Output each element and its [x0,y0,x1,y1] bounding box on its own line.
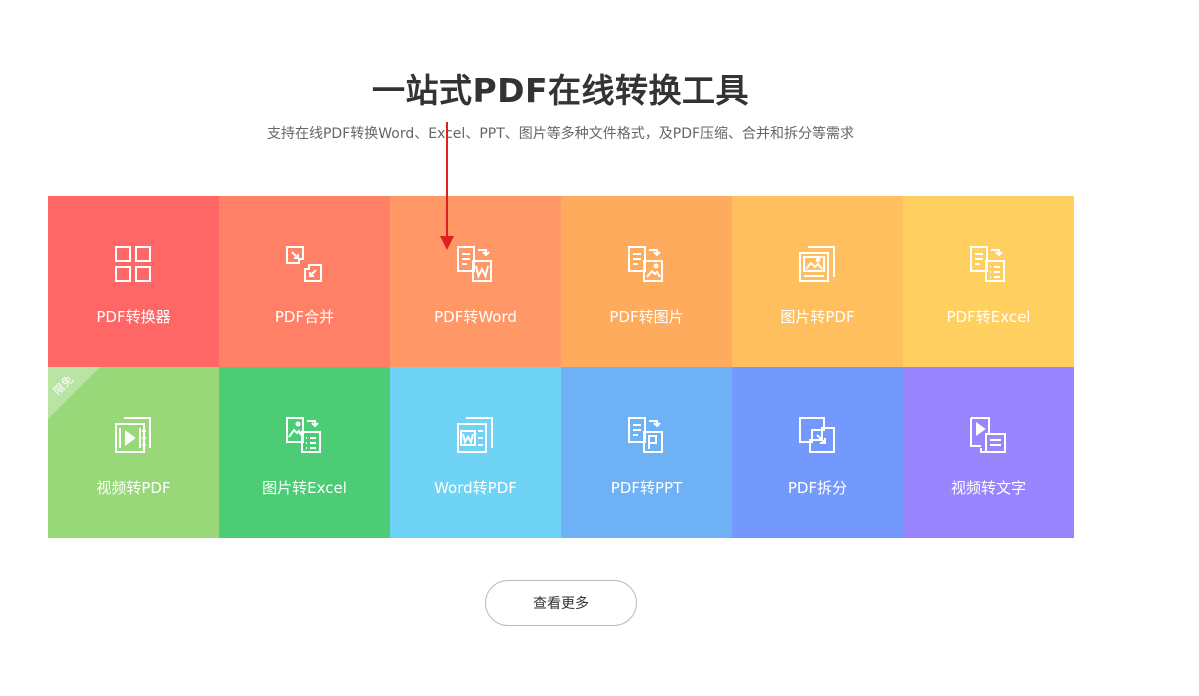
tool-label: PDF转Word [434,308,517,326]
video-to-pdf-icon [113,415,153,455]
tool-pdf-to-excel[interactable]: PDF转Excel [903,196,1074,367]
tool-pdf-split[interactable]: PDF拆分 [732,367,903,538]
tool-image-to-excel[interactable]: 图片转Excel [219,367,390,538]
tool-video-to-text[interactable]: 视频转文字 [903,367,1074,538]
tool-label: PDF转图片 [609,308,684,326]
pdf-to-excel-icon [968,244,1008,284]
tool-pdf-to-image[interactable]: PDF转图片 [561,196,732,367]
tool-pdf-to-ppt[interactable]: PDF转PPT [561,367,732,538]
pdf-to-word-icon [455,244,495,284]
word-to-pdf-icon [455,415,495,455]
pdf-to-ppt-icon [626,415,666,455]
grid-icon [113,244,153,284]
tool-label: PDF合并 [274,308,335,326]
image-to-pdf-icon [797,244,837,284]
tool-label: Word转PDF [434,479,517,497]
tool-label: 视频转PDF [96,479,171,497]
image-to-excel-icon [284,415,324,455]
tool-pdf-converter[interactable]: PDF转换器 [48,196,219,367]
tool-label: PDF拆分 [787,479,848,497]
tool-label: PDF转换器 [96,308,171,326]
page-title: 一站式PDF在线转换工具 [371,71,750,110]
tool-label: PDF转PPT [610,479,683,497]
tool-word-to-pdf[interactable]: Word转PDF [390,367,561,538]
tool-label: 视频转文字 [950,479,1026,497]
tool-grid: PDF转换器 PDF合并 PDF转Word PDF转图片 图片转PDF PDF转… [48,196,1074,538]
tool-label: 图片转Excel [262,479,347,497]
page-subtitle: 支持在线PDF转换Word、Excel、PPT、图片等多种文件格式，及PDF压缩… [266,126,855,142]
tool-video-to-pdf[interactable]: 限免 视频转PDF [48,367,219,538]
tool-pdf-merge[interactable]: PDF合并 [219,196,390,367]
tool-label: 图片转PDF [780,308,855,326]
view-more-button[interactable]: 查看更多 [485,580,637,626]
tool-label: PDF转Excel [946,308,1031,326]
video-to-text-icon [968,415,1008,455]
tool-pdf-to-word[interactable]: PDF转Word [390,196,561,367]
tool-image-to-pdf[interactable]: 图片转PDF [732,196,903,367]
split-icon [797,415,837,455]
merge-icon [284,244,324,284]
pdf-to-image-icon [626,244,666,284]
